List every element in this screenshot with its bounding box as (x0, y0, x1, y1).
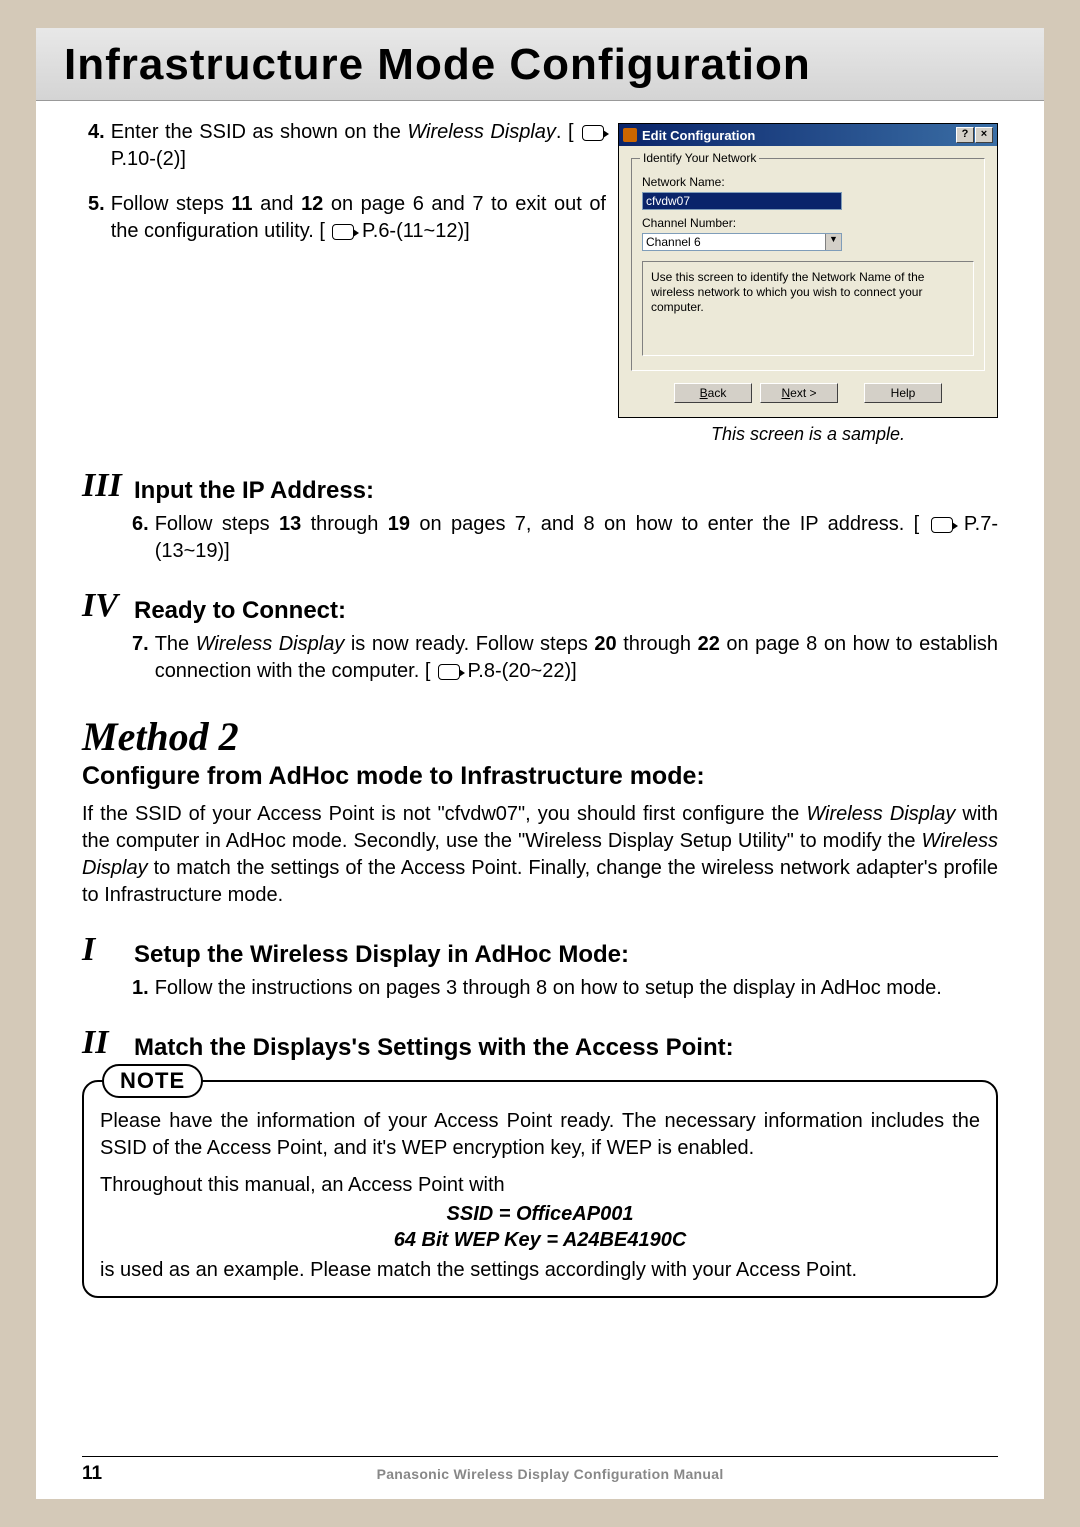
dialog-titlebar: Edit Configuration ? × (619, 124, 997, 146)
section-4-title: Ready to Connect: (134, 597, 346, 625)
dialog-title: Edit Configuration (642, 128, 956, 143)
page-ref-icon (438, 664, 460, 680)
page-ref-icon (332, 224, 354, 240)
help-button[interactable]: Help (864, 383, 942, 403)
dialog-body: Identify Your Network Network Name: cfvd… (619, 146, 997, 417)
chevron-down-icon[interactable]: ▼ (825, 234, 841, 250)
channel-number-value: Channel 6 (643, 234, 825, 250)
m2-step-1: 1. Follow the instructions on pages 3 th… (132, 975, 998, 1002)
step-number: 7. (132, 631, 149, 685)
step-number: 1. (132, 975, 149, 1002)
m2-section-1-title: Setup the Wireless Display in AdHoc Mode… (134, 941, 629, 969)
roman-numeral-4: IV (82, 587, 126, 625)
note-box: NOTE Please have the information of your… (82, 1080, 998, 1298)
edit-configuration-dialog: Edit Configuration ? × Identify Your Net… (618, 123, 998, 418)
note-ssid: SSID = OfficeAP001 (100, 1201, 980, 1227)
page-footer: 11 Panasonic Wireless Display Configurat… (82, 1456, 998, 1485)
footer-title: Panasonic Wireless Display Configuration… (102, 1466, 998, 1482)
m2-section-1-heading: I Setup the Wireless Display in AdHoc Mo… (82, 931, 998, 969)
channel-number-label: Channel Number: (642, 216, 974, 230)
step-text: The Wireless Display is now ready. Follo… (155, 631, 998, 685)
note-paragraph-3: is used as an example. Please match the … (100, 1257, 980, 1284)
note-paragraph-1: Please have the information of your Acce… (100, 1108, 980, 1162)
note-tag: NOTE (102, 1064, 203, 1098)
page-ref-icon (582, 125, 604, 141)
section-3-title: Input the IP Address: (134, 477, 374, 505)
page-ref-icon (931, 517, 953, 533)
close-icon[interactable]: × (975, 127, 993, 143)
fieldset-legend: Identify Your Network (640, 151, 759, 165)
step-number: 4. (88, 119, 105, 173)
note-wep: 64 Bit WEP Key = A24BE4190C (100, 1227, 980, 1253)
method-2-heading: Method 2 (82, 713, 998, 760)
section-4-heading: IV Ready to Connect: (82, 587, 998, 625)
section-3-heading: III Input the IP Address: (82, 467, 998, 505)
two-column-row: 4. Enter the SSID as shown on the Wirele… (82, 119, 998, 445)
step-7: 7. The Wireless Display is now ready. Fo… (132, 631, 998, 685)
m2-section-2-title: Match the Displays's Settings with the A… (134, 1034, 734, 1062)
note-paragraph-2: Throughout this manual, an Access Point … (100, 1172, 980, 1199)
page-number: 11 (82, 1463, 102, 1485)
dialog-footer: Back Next > Help (631, 383, 985, 411)
network-name-input[interactable]: cfvdw07 (642, 192, 842, 210)
left-column: 4. Enter the SSID as shown on the Wirele… (82, 119, 606, 263)
next-button[interactable]: Next > (760, 383, 838, 403)
page-title: Infrastructure Mode Configuration (64, 40, 1016, 90)
channel-number-select[interactable]: Channel 6 ▼ (642, 233, 842, 251)
identify-network-fieldset: Identify Your Network Network Name: cfvd… (631, 158, 985, 371)
help-icon[interactable]: ? (956, 127, 974, 143)
title-bar: Infrastructure Mode Configuration (36, 28, 1044, 101)
network-name-label: Network Name: (642, 175, 974, 189)
dialog-app-icon (623, 128, 637, 142)
step-4: 4. Enter the SSID as shown on the Wirele… (88, 119, 606, 173)
roman-numeral-1: I (82, 931, 126, 969)
roman-numeral-2: II (82, 1024, 126, 1062)
step-text: Follow the instructions on pages 3 throu… (155, 975, 998, 1002)
content: 4. Enter the SSID as shown on the Wirele… (36, 101, 1044, 1298)
back-button[interactable]: Back (674, 383, 752, 403)
method-2-subheading: Configure from AdHoc mode to Infrastruct… (82, 762, 998, 791)
step-6: 6. Follow steps 13 through 19 on pages 7… (132, 511, 998, 565)
right-column: Edit Configuration ? × Identify Your Net… (618, 119, 998, 445)
step-text: Follow steps 11 and 12 on page 6 and 7 t… (111, 191, 606, 245)
roman-numeral-3: III (82, 467, 126, 505)
hint-text: Use this screen to identify the Network … (642, 261, 974, 356)
step-text: Follow steps 13 through 19 on pages 7, a… (155, 511, 998, 565)
step-number: 5. (88, 191, 105, 245)
step-text: Enter the SSID as shown on the Wireless … (111, 119, 606, 173)
step-5: 5. Follow steps 11 and 12 on page 6 and … (88, 191, 606, 245)
m2-section-2-heading: II Match the Displays's Settings with th… (82, 1024, 998, 1062)
step-number: 6. (132, 511, 149, 565)
method-2-paragraph: If the SSID of your Access Point is not … (82, 801, 998, 909)
screenshot-caption: This screen is a sample. (618, 424, 998, 445)
page: Infrastructure Mode Configuration 4. Ent… (36, 28, 1044, 1499)
